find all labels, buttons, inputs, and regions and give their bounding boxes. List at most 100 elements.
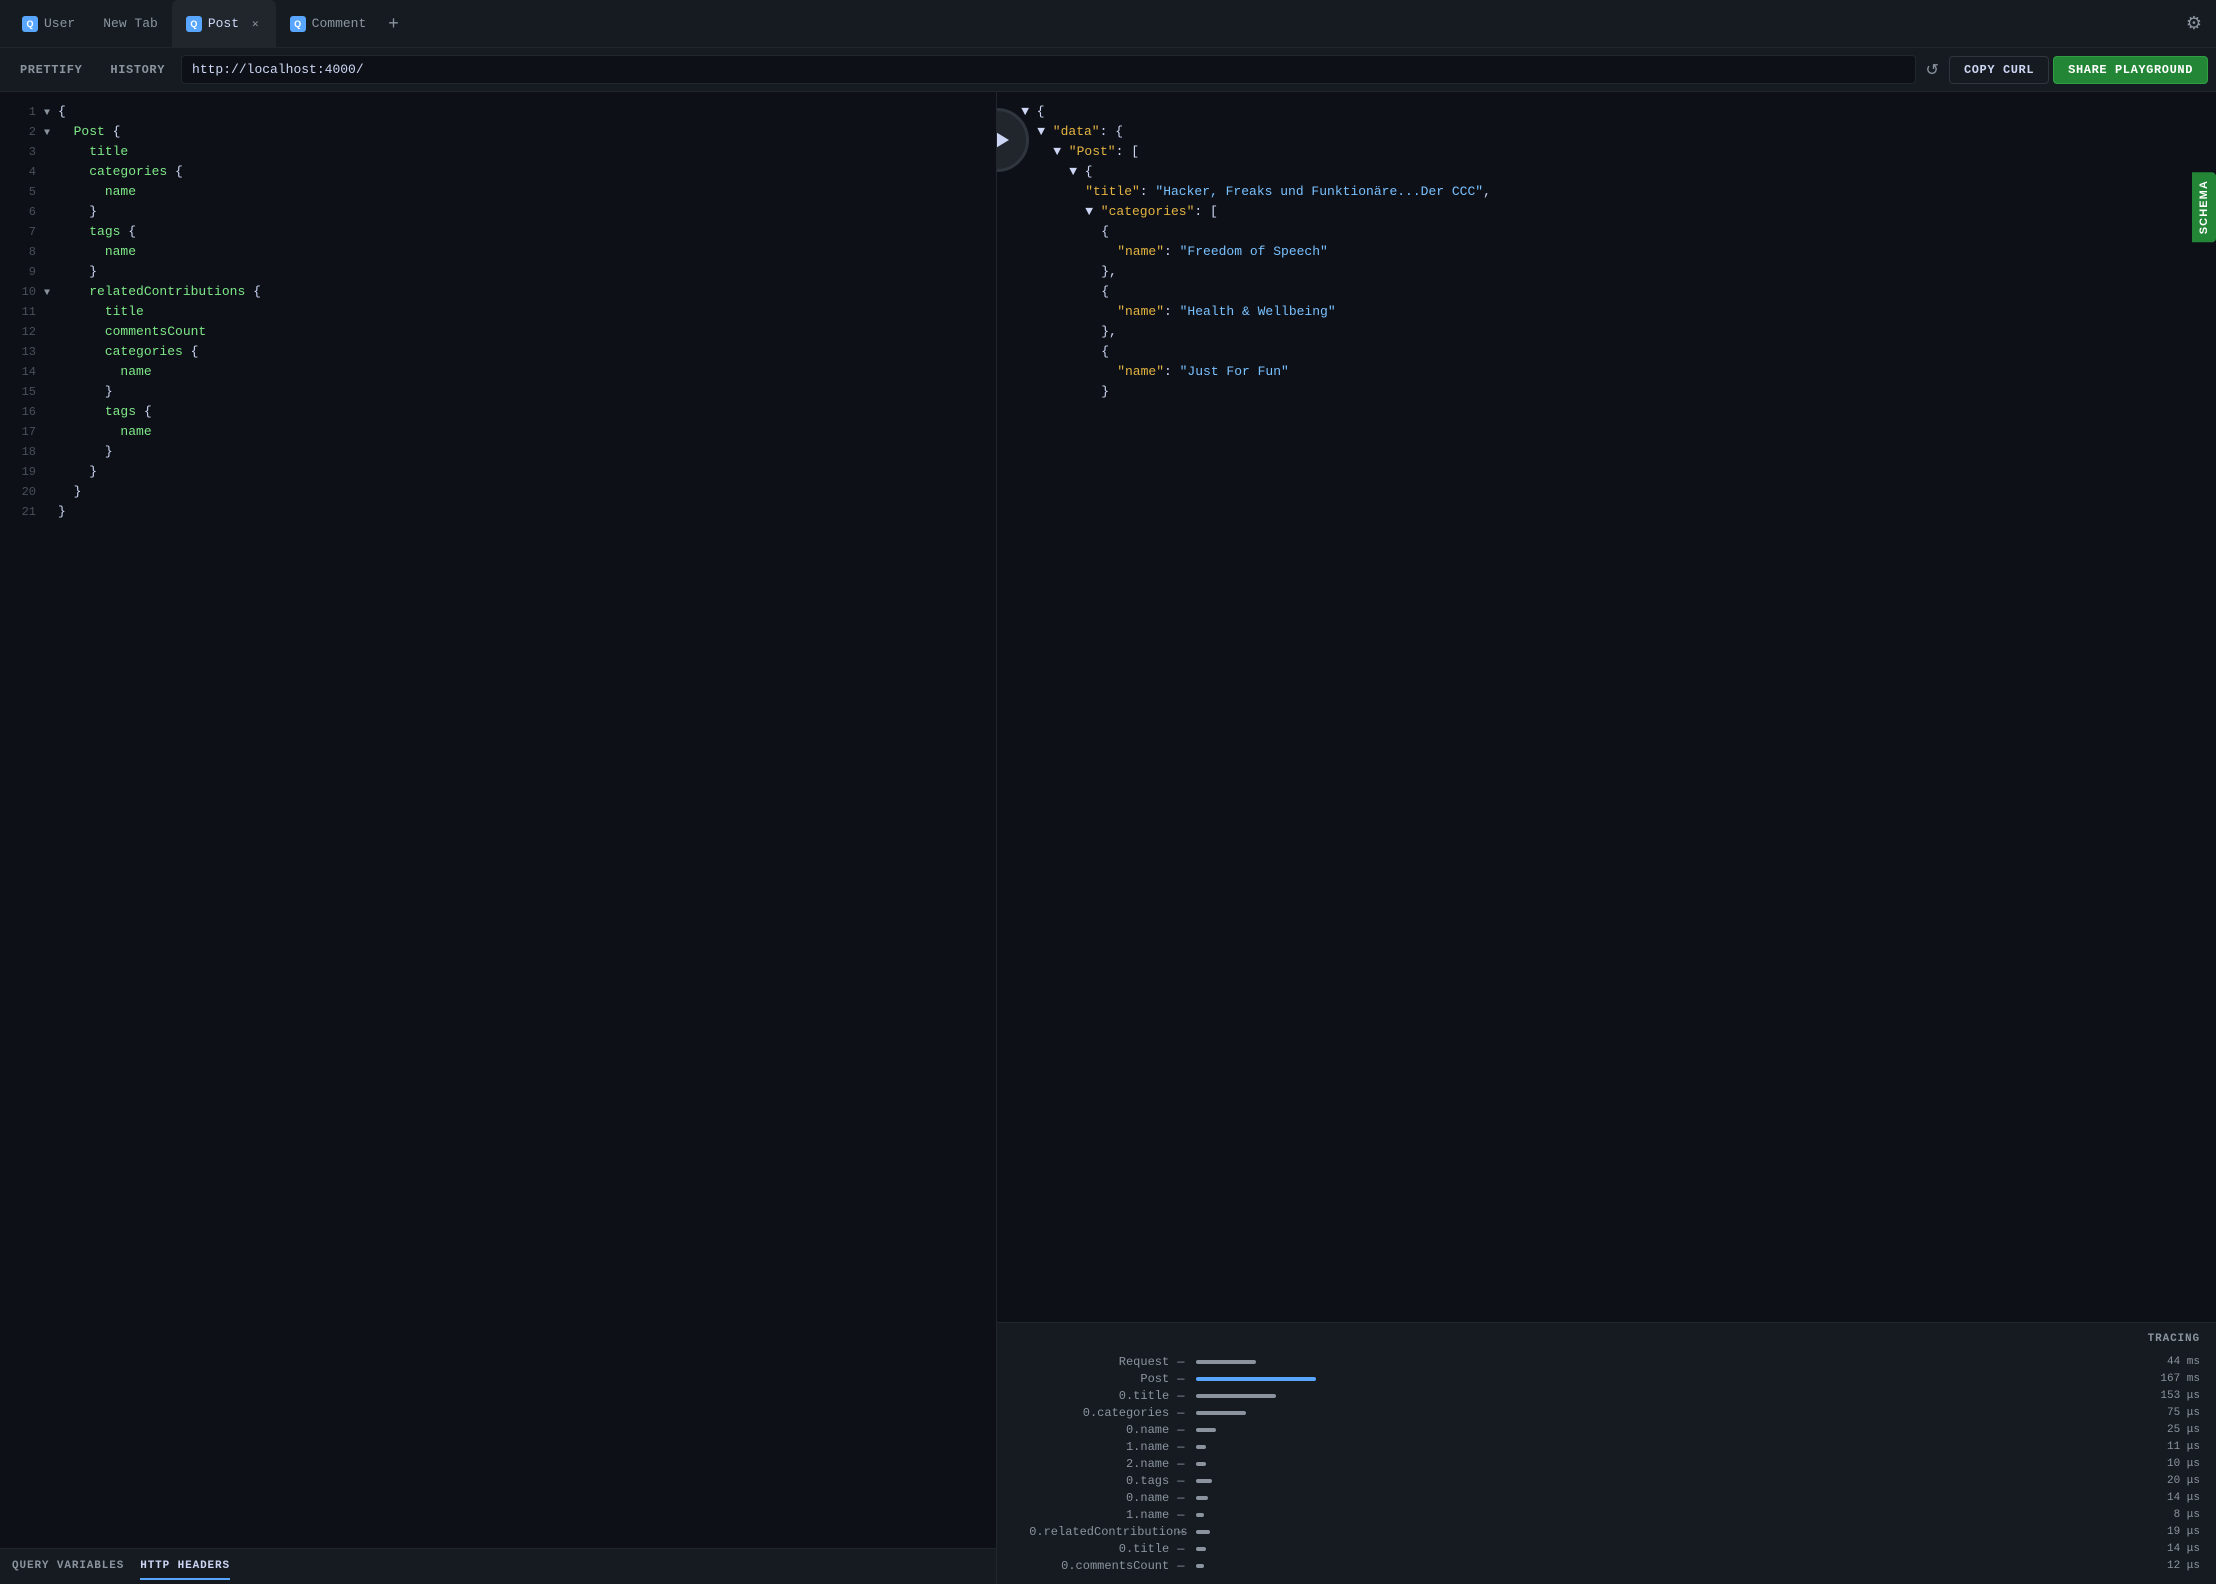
tracing-value: 153 μs xyxy=(2150,1390,2200,1402)
response-line: "title": "Hacker, Freaks und Funktionäre… xyxy=(1013,184,2184,204)
collapse-arrow[interactable]: ▼ xyxy=(44,288,54,299)
response-line: }, xyxy=(1013,324,2184,344)
tracing-bar xyxy=(1196,1496,1208,1500)
editor-line: 19 } xyxy=(0,464,996,484)
line-number: 17 xyxy=(8,425,36,439)
prettify-button[interactable]: PRETTIFY xyxy=(8,57,94,83)
tracing-row-label: 0.relatedContributions xyxy=(1013,1525,1173,1539)
line-content: name xyxy=(58,424,152,439)
tracing-row: 0.name — 25 μs xyxy=(1013,1423,2200,1437)
tracing-dot: — xyxy=(1177,1508,1184,1522)
tracing-value: 25 μs xyxy=(2150,1424,2200,1436)
tab-post-icon: Q xyxy=(186,16,202,32)
tracing-row: 1.name — 8 μs xyxy=(1013,1508,2200,1522)
tracing-row-label: 0.commentsCount xyxy=(1013,1559,1173,1573)
line-number: 13 xyxy=(8,345,36,359)
query-editor[interactable]: 1▼{2▼ Post {3 title4 categories {5 name6… xyxy=(0,92,996,1548)
tracing-dot: — xyxy=(1177,1355,1184,1369)
editor-line: 17 name xyxy=(0,424,996,444)
tracing-value: 8 μs xyxy=(2150,1509,2200,1521)
add-tab-button[interactable]: + xyxy=(380,9,407,38)
tab-user-icon: Q xyxy=(22,16,38,32)
tracing-dot: — xyxy=(1177,1542,1184,1556)
tab-comment[interactable]: Q Comment xyxy=(276,0,381,47)
reset-button[interactable]: ↺ xyxy=(1920,56,1945,84)
tracing-bar-container xyxy=(1196,1547,2142,1551)
tracing-dot: — xyxy=(1177,1372,1184,1386)
schema-button[interactable]: SCHEMA xyxy=(2192,172,2216,242)
tab-post-close[interactable]: ✕ xyxy=(249,16,262,32)
tab-user-label: User xyxy=(44,16,75,31)
tracing-bar-container xyxy=(1196,1428,2142,1432)
tab-newtab[interactable]: New Tab xyxy=(89,0,172,47)
response-line: ▼ "categories": [ xyxy=(1013,204,2184,224)
line-content: } xyxy=(58,484,81,499)
tracing-bar-container xyxy=(1196,1411,2142,1415)
tab-query-variables[interactable]: QUERY VARIABLES xyxy=(12,1554,124,1580)
tracing-row: Request — 44 ms xyxy=(1013,1355,2200,1369)
tracing-bar xyxy=(1196,1445,1206,1449)
line-number: 7 xyxy=(8,225,36,239)
tracing-dot: — xyxy=(1177,1525,1184,1539)
copy-curl-button[interactable]: COPY CURL xyxy=(1949,56,2049,84)
tracing-row-label: 1.name xyxy=(1013,1440,1173,1454)
editor-line: 14 name xyxy=(0,364,996,384)
response-lines: ▼ {▼ "data": {▼ "Post": [▼ {"title": "Ha… xyxy=(1013,104,2184,404)
tab-newtab-label: New Tab xyxy=(103,16,158,31)
toolbar: PRETTIFY HISTORY ↺ COPY CURL SHARE PLAYG… xyxy=(0,48,2216,92)
editor-line: 6 } xyxy=(0,204,996,224)
tracing-row-label: Post xyxy=(1013,1372,1173,1386)
line-number: 21 xyxy=(8,505,36,519)
response-line: ▼ "data": { xyxy=(1013,124,2184,144)
editor-line: 10▼ relatedContributions { xyxy=(0,284,996,304)
response-line: { xyxy=(1013,344,2184,364)
editor-line: 8 name xyxy=(0,244,996,264)
response-line: { xyxy=(1013,284,2184,304)
bottom-tabs: QUERY VARIABLES HTTP HEADERS xyxy=(0,1548,996,1584)
tab-user[interactable]: Q User xyxy=(8,0,89,47)
settings-button[interactable]: ⚙ xyxy=(2180,7,2208,40)
tracing-bar-container xyxy=(1196,1377,2142,1381)
history-button[interactable]: HISTORY xyxy=(98,57,177,83)
editor-line: 18 } xyxy=(0,444,996,464)
tracing-dot: — xyxy=(1177,1440,1184,1454)
line-content: } xyxy=(58,504,66,519)
url-input[interactable] xyxy=(181,55,1916,84)
tracing-row: 0.relatedContributions — 19 μs xyxy=(1013,1525,2200,1539)
tracing-dot: — xyxy=(1177,1423,1184,1437)
tracing-header: TRACING xyxy=(1013,1333,2200,1345)
editor-line: 4 categories { xyxy=(0,164,996,184)
line-number: 14 xyxy=(8,365,36,379)
tab-http-headers[interactable]: HTTP HEADERS xyxy=(140,1554,230,1580)
line-content: categories { xyxy=(58,164,183,179)
editor-line: 20 } xyxy=(0,484,996,504)
line-content: relatedContributions { xyxy=(58,284,261,299)
tracing-row-label: 0.categories xyxy=(1013,1406,1173,1420)
tracing-bar xyxy=(1196,1479,1212,1483)
line-content: categories { xyxy=(58,344,198,359)
tracing-bar xyxy=(1196,1360,1256,1364)
left-panel: 1▼{2▼ Post {3 title4 categories {5 name6… xyxy=(0,92,997,1584)
line-number: 6 xyxy=(8,205,36,219)
main-content: 1▼{2▼ Post {3 title4 categories {5 name6… xyxy=(0,92,2216,1584)
tracing-value: 44 ms xyxy=(2150,1356,2200,1368)
tracing-bar xyxy=(1196,1428,1216,1432)
tracing-row-label: 0.tags xyxy=(1013,1474,1173,1488)
tracing-bar xyxy=(1196,1377,1316,1381)
right-panel: SCHEMA ▼ {▼ "data": {▼ "Post": [▼ {"titl… xyxy=(997,92,2216,1584)
tracing-dot: — xyxy=(1177,1474,1184,1488)
line-number: 19 xyxy=(8,465,36,479)
tracing-bar-container xyxy=(1196,1445,2142,1449)
tracing-dot: — xyxy=(1177,1559,1184,1573)
collapse-arrow[interactable]: ▼ xyxy=(44,108,54,119)
line-number: 18 xyxy=(8,445,36,459)
tab-post[interactable]: Q Post ✕ xyxy=(172,0,276,47)
collapse-arrow[interactable]: ▼ xyxy=(44,128,54,139)
tracing-rows: Request — 44 ms Post — 167 ms 0.title — … xyxy=(1013,1355,2200,1573)
tracing-row: 0.commentsCount — 12 μs xyxy=(1013,1559,2200,1573)
tracing-bar xyxy=(1196,1530,1210,1534)
line-number: 11 xyxy=(8,305,36,319)
line-content: } xyxy=(58,464,97,479)
tracing-value: 14 μs xyxy=(2150,1492,2200,1504)
share-playground-button[interactable]: SHARE PLAYGROUND xyxy=(2053,56,2208,84)
